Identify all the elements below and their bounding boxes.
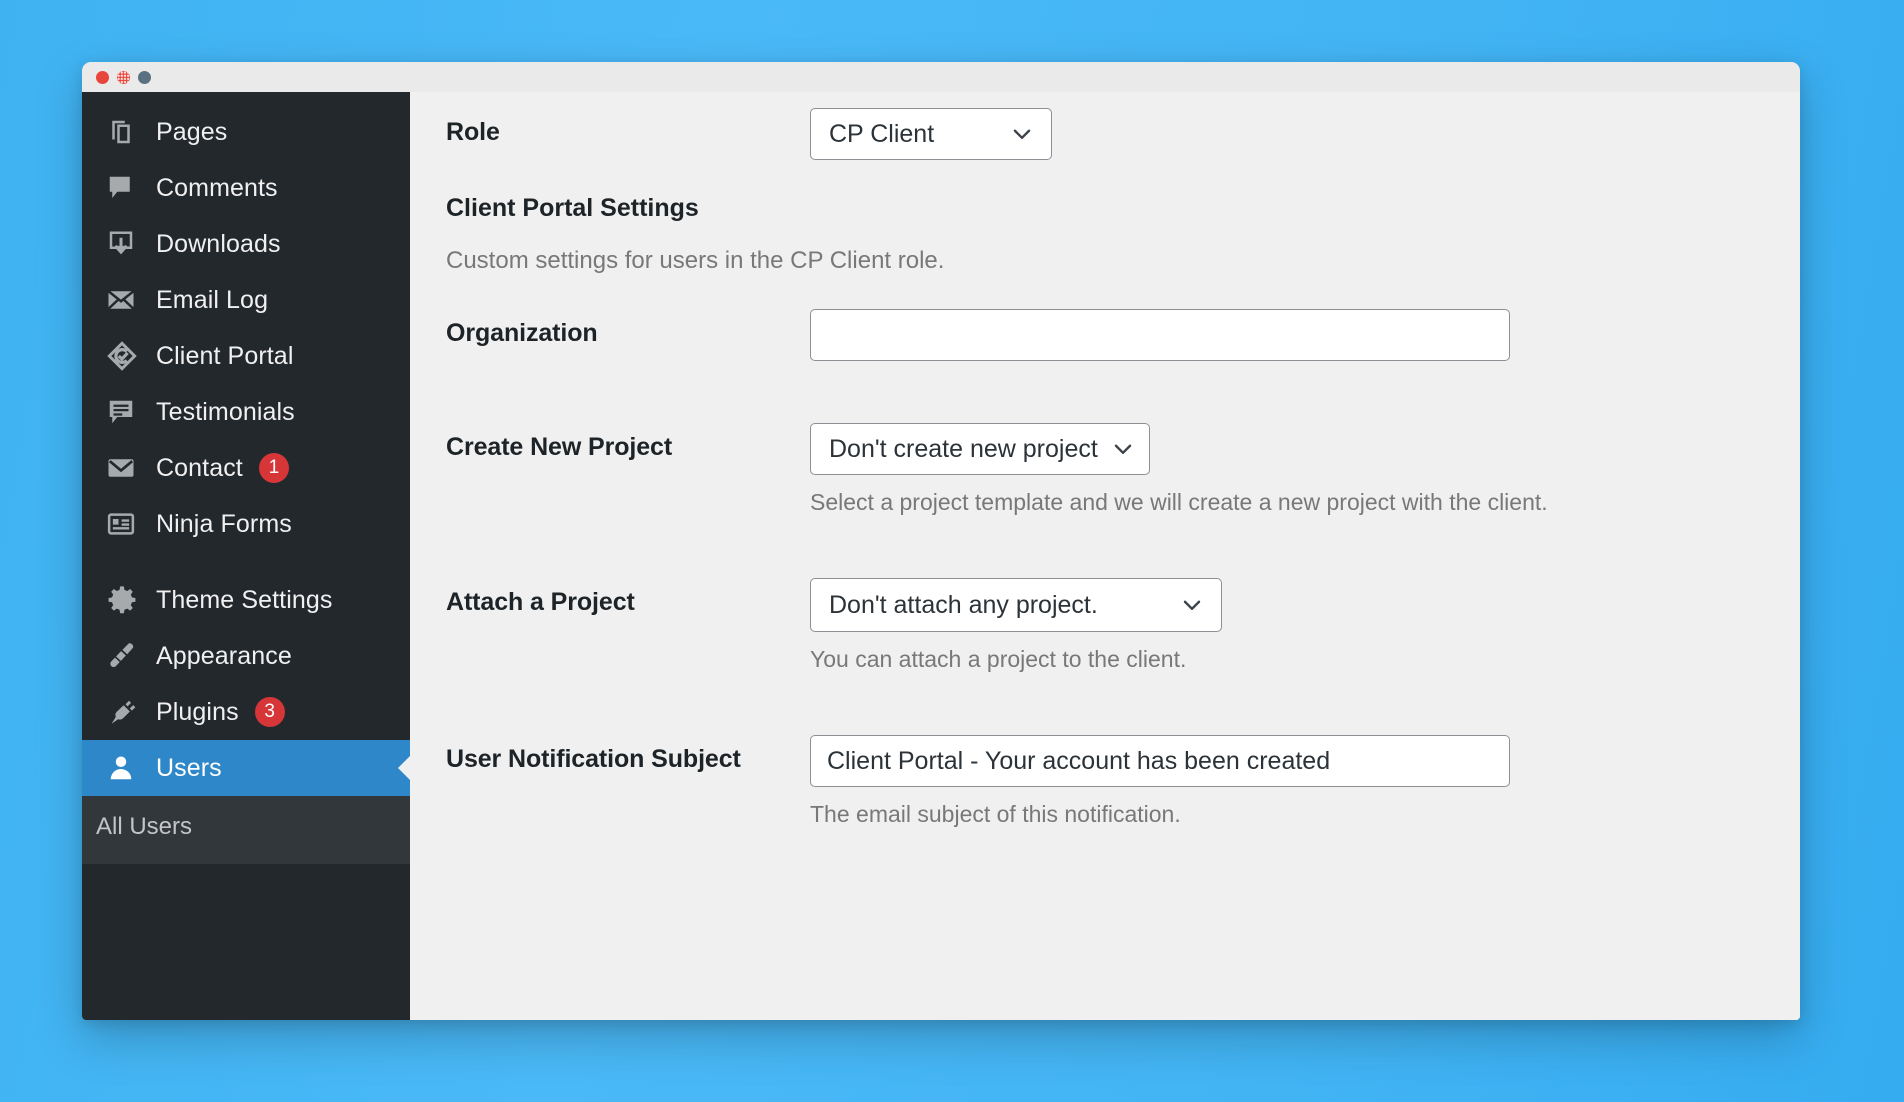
envelope-open-icon [106,285,140,315]
attach-project-help: You can attach a project to the client. [810,646,1187,672]
notification-subject-label: User Notification Subject [446,745,741,773]
role-select-value: CP Client [829,119,935,148]
attach-project-label: Attach a Project [446,588,635,616]
sidebar-item-pages[interactable]: Pages [82,104,410,160]
organization-label: Organization [446,319,598,347]
sidebar-item-label: Pages [156,117,228,146]
sidebar-item-label: Comments [156,173,278,202]
create-project-field: Don't create new project Select a projec… [810,423,1800,516]
attach-project-field: Don't attach any project. You can attach… [810,578,1800,673]
sidebar-item-testimonials[interactable]: Testimonials [82,384,410,440]
sidebar-item-theme-settings[interactable]: Theme Settings [82,572,410,628]
section-title: Client Portal Settings [446,194,699,222]
sidebar-item-all-users[interactable]: All Users [82,806,410,848]
organization-row: Organization [410,309,1800,361]
sidebar-item-plugins[interactable]: Plugins 3 [82,684,410,740]
sidebar-item-users[interactable]: Users [82,740,410,796]
sidebar-separator [82,552,410,572]
sidebar-badge-contact: 1 [258,453,289,483]
sidebar-item-client-portal[interactable]: Client Portal [82,328,410,384]
sidebar-item-contact[interactable]: Contact 1 [82,440,410,496]
admin-sidebar: Pages Comments Downloads Email Log Clien… [82,92,410,1020]
user-icon [106,753,140,783]
create-project-label: Create New Project [446,433,673,461]
paintbrush-icon [106,640,140,672]
window-titlebar [82,62,1800,92]
role-row: Role CP Client [410,108,1800,160]
role-field: CP Client [810,108,1800,160]
create-project-help: Select a project template and we will cr… [810,489,1548,515]
sidebar-item-appearance[interactable]: Appearance [82,628,410,684]
notification-subject-row: User Notification Subject The email subj… [410,735,1800,828]
sidebar-badge-plugins: 3 [254,697,285,727]
settings-content: Role CP Client Client Portal Settings Cu… [410,92,1800,1020]
attach-project-select[interactable]: Don't attach any project. [810,578,1222,632]
sidebar-item-ninja-forms[interactable]: Ninja Forms [82,496,410,552]
create-project-select-value: Don't create new project [829,434,1098,463]
notification-subject-input[interactable] [810,735,1510,787]
downloads-icon [106,229,140,259]
sidebar-item-label: Theme Settings [156,585,333,614]
sidebar-item-label: Users [156,753,222,782]
attach-project-row: Attach a Project Don't attach any projec… [410,578,1800,673]
sidebar-item-label: Plugins [156,697,239,726]
chevron-down-icon [1009,121,1035,147]
notification-subject-field: The email subject of this notification. [810,735,1800,828]
sidebar-submenu-label: All Users [96,813,193,840]
notification-subject-help: The email subject of this notification. [810,801,1181,827]
minimize-window-button[interactable] [117,70,130,84]
organization-field [810,309,1800,361]
plug-icon [106,696,140,728]
close-window-button[interactable] [96,70,109,84]
gear-icon [106,584,140,616]
client-portal-icon [106,340,140,372]
sidebar-item-label: Appearance [156,641,292,670]
zoom-window-button[interactable] [138,70,151,84]
role-select[interactable]: CP Client [810,108,1052,160]
mail-icon [106,453,140,483]
create-project-row: Create New Project Don't create new proj… [410,423,1800,516]
ninja-forms-icon [106,509,140,539]
section-description: Custom settings for users in the CP Clie… [446,247,945,274]
sidebar-item-label: Testimonials [156,397,295,426]
sidebar-item-comments[interactable]: Comments [82,160,410,216]
sidebar-item-label: Contact [156,453,243,482]
role-label: Role [446,118,500,146]
sidebar-item-label: Email Log [156,285,269,314]
chevron-down-icon [1179,592,1205,618]
window-body: Pages Comments Downloads Email Log Clien… [82,92,1800,1020]
pages-icon [106,117,140,147]
sidebar-item-label: Ninja Forms [156,509,292,538]
sidebar-item-label: Downloads [156,229,281,258]
attach-project-select-value: Don't attach any project. [829,590,1098,619]
sidebar-submenu-users: All Users [82,796,410,864]
sidebar-item-downloads[interactable]: Downloads [82,216,410,272]
comments-icon [106,173,140,203]
create-project-select[interactable]: Don't create new project [810,423,1150,475]
sidebar-item-email-log[interactable]: Email Log [82,272,410,328]
sidebar-item-label: Client Portal [156,341,294,370]
organization-input[interactable] [810,309,1510,361]
browser-window: Pages Comments Downloads Email Log Clien… [82,62,1800,1020]
chevron-down-icon [1110,436,1136,462]
testimonials-icon [106,397,140,427]
